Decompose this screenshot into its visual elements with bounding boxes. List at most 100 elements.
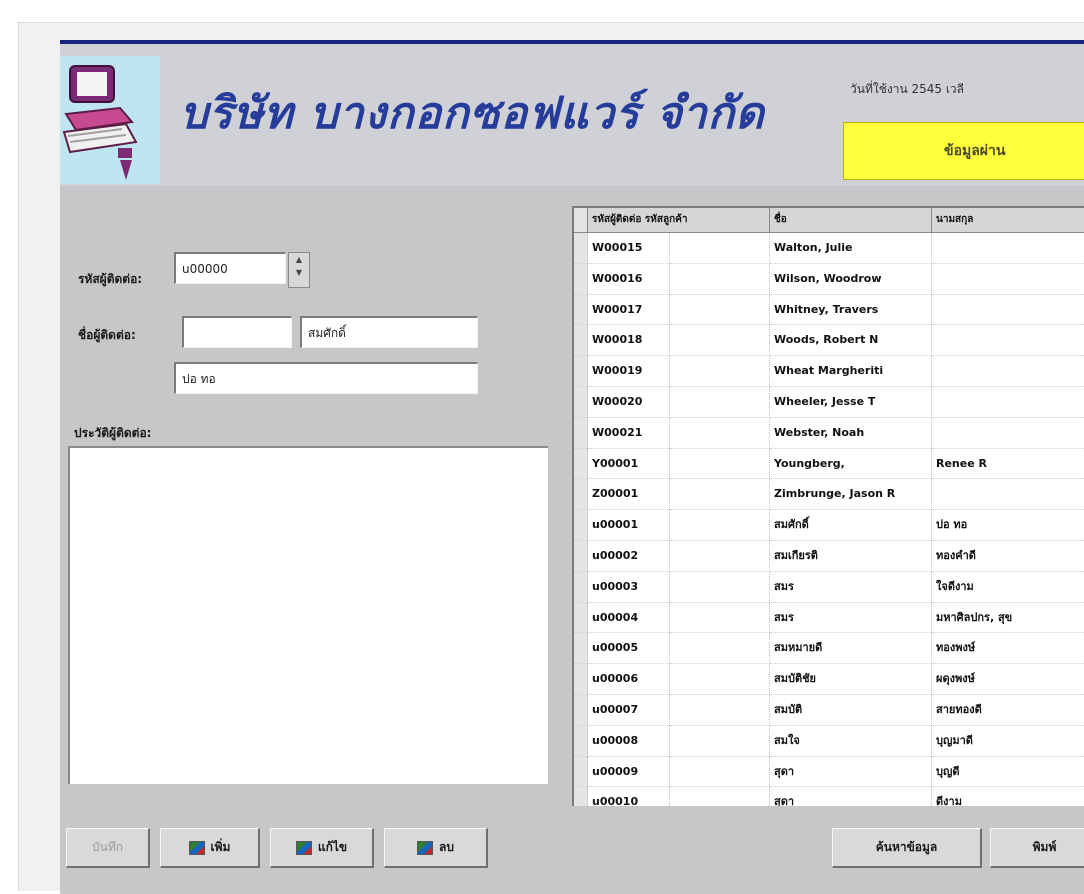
save-button[interactable]: บันทึก — [66, 828, 150, 868]
cell-surname: ทองคำดี — [932, 541, 1084, 572]
code-spinner[interactable]: ▲ ▼ — [288, 252, 310, 288]
cell-customer-code — [670, 448, 770, 480]
search-button[interactable]: ค้นหาข้อมูล — [832, 828, 982, 868]
table-row[interactable]: W00016 Wilson, Woodrow — [574, 263, 1084, 295]
edit-button[interactable]: แก้ไข — [270, 828, 374, 868]
cell-name: Zimbrunge, Jason R — [770, 479, 932, 511]
cell-code: u00003 — [588, 571, 670, 603]
code-label: รหัสผู้ติดต่อ: — [78, 272, 143, 286]
row-selector — [574, 263, 588, 295]
cell-code: Y00001 — [588, 448, 670, 480]
table-row[interactable]: u00004 สมร มหาศิลปกร, สุข — [574, 602, 1084, 634]
table-row[interactable]: W00018 Woods, Robert N — [574, 325, 1084, 357]
cell-surname: ผดุงพงษ์ — [932, 664, 1084, 695]
grid-header-name[interactable]: ชื่อ — [770, 208, 932, 232]
row-selector — [574, 356, 588, 387]
row-selector — [574, 479, 588, 511]
cell-name: สุดา — [770, 756, 932, 788]
notes-textarea[interactable] — [68, 446, 548, 784]
row-selector — [574, 233, 588, 264]
cell-code: Z00001 — [588, 479, 670, 511]
cell-surname: สายทองดี — [932, 695, 1084, 726]
cell-code: u00007 — [588, 694, 670, 726]
table-row[interactable]: W00020 Wheeler, Jesse T — [574, 386, 1084, 418]
cell-name: Whitney, Travers — [770, 294, 932, 326]
row-selector — [574, 602, 588, 634]
spin-up-icon[interactable]: ▲ — [289, 253, 309, 266]
row-selector — [574, 540, 588, 572]
add-button[interactable]: เพิ่ม — [160, 828, 260, 868]
last-name-field[interactable]: สมศักดิ์ — [300, 316, 478, 348]
spin-down-icon[interactable]: ▼ — [289, 266, 309, 279]
table-row[interactable]: u00002 สมเกียรติ ทองคำดี — [574, 540, 1084, 572]
cell-name: สมร — [770, 571, 932, 603]
cell-customer-code — [670, 540, 770, 572]
row-selector — [574, 725, 588, 757]
cell-code: u00009 — [588, 756, 670, 788]
cell-name: Woods, Robert N — [770, 325, 932, 357]
cell-surname: ทองพงษ์ — [932, 633, 1084, 665]
cell-customer-code — [670, 756, 770, 788]
cell-code: u00006 — [588, 664, 670, 695]
cell-surname — [932, 418, 1084, 449]
table-row[interactable]: Z00001 Zimbrunge, Jason R — [574, 479, 1084, 511]
cell-surname — [932, 356, 1084, 387]
table-row[interactable]: Y00001 Youngberg, Renee R — [574, 448, 1084, 480]
table-row[interactable]: u00007 สมบัติ สายทองดี — [574, 694, 1084, 726]
table-row[interactable]: W00019 Wheat Margheriti — [574, 356, 1084, 387]
status-panel: ข้อมูลผ่าน — [843, 122, 1084, 180]
cell-code: u00005 — [588, 633, 670, 665]
cell-customer-code — [670, 417, 770, 449]
bottom-toolbar: บันทึก เพิ่ม แก้ไข ลบ ค้นหาข้อมูล พิมพ์ — [60, 812, 1084, 894]
header-banner: บริษัท บางกอกซอฟแวร์ จำกัด วันที่ใช้งาน … — [60, 44, 1084, 186]
grid-header-surname[interactable]: นามสกุล — [932, 208, 1084, 232]
print-button[interactable]: พิมพ์ — [990, 828, 1084, 868]
edit-icon — [295, 840, 312, 855]
table-row[interactable]: W00015 Walton, Julie — [574, 233, 1084, 264]
cell-code: W00017 — [588, 294, 670, 326]
table-row[interactable]: u00008 สมใจ บุญมาดี — [574, 725, 1084, 757]
table-row[interactable]: u00001 สมศักดิ์ ปอ ทอ — [574, 510, 1084, 541]
contacts-grid[interactable]: รหัสผู้ติดต่อ รหัสลูกค้า ชื่อ นามสกุล W0… — [572, 206, 1084, 806]
company-title: บริษัท บางกอกซอฟแวร์ จำกัด — [180, 88, 765, 139]
edit-button-label: แก้ไข — [317, 840, 348, 854]
first-name-field[interactable] — [182, 316, 292, 348]
row-selector — [574, 694, 588, 726]
cell-customer-code — [670, 664, 770, 695]
cell-name: สุดา — [770, 787, 932, 806]
table-row[interactable]: u00009 สุดา บุญดี — [574, 756, 1084, 788]
table-row[interactable]: u00010 สุดา ดีงาม — [574, 787, 1084, 806]
nickname-field[interactable]: ปอ ทอ — [174, 362, 478, 394]
table-row[interactable]: u00006 สมบัติชัย ผดุงพงษ์ — [574, 664, 1084, 695]
cell-surname — [932, 325, 1084, 357]
table-row[interactable]: u00005 สมหมายดี ทองพงษ์ — [574, 633, 1084, 665]
search-button-label: ค้นหาข้อมูล — [875, 840, 938, 854]
table-row[interactable]: W00021 Webster, Noah — [574, 417, 1084, 449]
cell-customer-code — [670, 233, 770, 264]
cell-name: Webster, Noah — [770, 417, 932, 449]
cell-surname — [932, 233, 1084, 264]
cell-code: u00002 — [588, 540, 670, 572]
row-selector — [574, 417, 588, 449]
add-icon — [188, 840, 205, 855]
row-selector — [574, 664, 588, 695]
code-field[interactable]: u00000 — [174, 252, 286, 284]
row-selector — [574, 571, 588, 603]
cell-customer-code — [670, 725, 770, 757]
table-row[interactable]: W00017 Whitney, Travers — [574, 294, 1084, 326]
grid-header-code[interactable]: รหัสผู้ติดต่อ รหัสลูกค้า — [588, 208, 770, 232]
notes-label: ประวัติผู้ติดต่อ: — [74, 426, 152, 440]
cell-customer-code — [670, 356, 770, 387]
cell-name: Youngberg, — [770, 448, 932, 480]
delete-button[interactable]: ลบ — [384, 828, 488, 868]
cell-surname — [932, 387, 1084, 418]
cell-name: Wilson, Woodrow — [770, 263, 932, 295]
save-button-label: บันทึก — [92, 840, 123, 854]
row-selector — [574, 386, 588, 418]
cell-customer-code — [670, 633, 770, 665]
cell-code: W00016 — [588, 263, 670, 295]
cell-customer-code — [670, 787, 770, 806]
table-row[interactable]: u00003 สมร ใจดีงาม — [574, 571, 1084, 603]
cell-name: สมบัติชัย — [770, 664, 932, 695]
cell-name: สมใจ — [770, 725, 932, 757]
